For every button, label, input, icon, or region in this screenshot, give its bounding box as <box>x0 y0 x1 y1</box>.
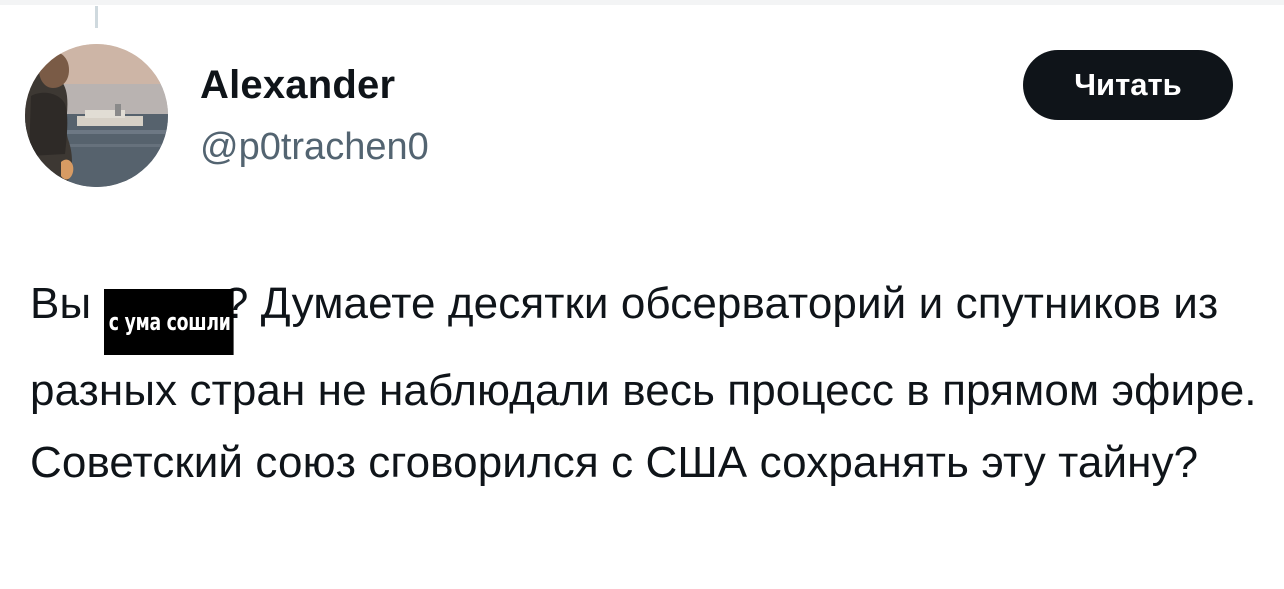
avatar-photo-icon <box>25 44 168 187</box>
follow-button[interactable]: Читать <box>1023 50 1233 120</box>
tweet-text: Вы с ума сошли? Думаете десятки обсерват… <box>30 268 1260 499</box>
user-info: Alexander @p0trachen0 <box>200 62 429 170</box>
censored-phrase: с ума сошли <box>103 289 234 355</box>
avatar[interactable] <box>25 44 168 187</box>
thread-connector-line <box>95 6 98 28</box>
top-separator <box>0 0 1284 5</box>
user-handle[interactable]: @p0trachen0 <box>200 124 429 170</box>
tweet-text-start: Вы <box>30 279 104 328</box>
display-name[interactable]: Alexander <box>200 62 429 108</box>
